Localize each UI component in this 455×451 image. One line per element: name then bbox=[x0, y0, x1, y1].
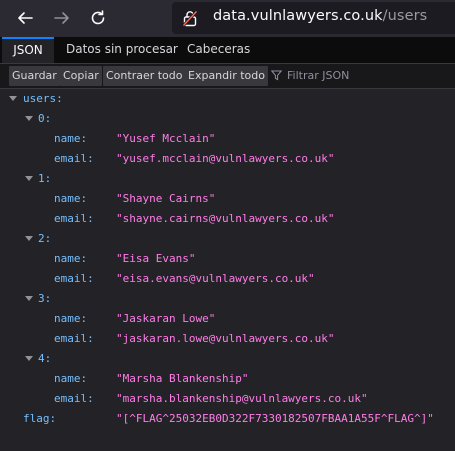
arrow-left-icon bbox=[18, 12, 33, 24]
copy-button[interactable]: Copiar bbox=[60, 66, 102, 86]
json-index: 0: bbox=[38, 112, 52, 125]
json-string-value: "shayne.cairns@vulnlawyers.co.uk" bbox=[116, 212, 335, 225]
json-string-value: "Eisa Evans" bbox=[116, 252, 196, 265]
json-key: email: bbox=[54, 152, 94, 165]
json-string-value: "Marsha Blankenship" bbox=[116, 372, 249, 385]
json-string-value: "jaskaran.lowe@vulnlawyers.co.uk" bbox=[116, 332, 335, 345]
url-path: /users bbox=[382, 8, 428, 24]
expand-toggle-icon[interactable] bbox=[25, 116, 33, 121]
json-key: name: bbox=[54, 372, 88, 385]
json-key: name: bbox=[54, 312, 88, 325]
expand-toggle-icon[interactable] bbox=[25, 296, 33, 301]
back-button[interactable] bbox=[12, 5, 38, 31]
json-index: 3: bbox=[38, 292, 52, 305]
flag-value: "[^FLAG^25032EB0D322F7330182507FBAA1A55F… bbox=[116, 412, 434, 425]
tab-headers[interactable]: Cabeceras bbox=[179, 37, 258, 63]
json-key: flag: bbox=[23, 412, 57, 425]
json-key: email: bbox=[54, 272, 94, 285]
json-key: name: bbox=[54, 192, 88, 205]
forward-button[interactable] bbox=[49, 5, 75, 31]
url-text: data.vulnlawyers.co.uk/users bbox=[213, 8, 427, 24]
arrow-right-icon bbox=[54, 12, 69, 24]
url-host: data.vulnlawyers.co.uk bbox=[213, 8, 383, 24]
json-viewer-tabs: JSON Datos sin procesar Cabeceras bbox=[0, 37, 455, 64]
browser-toolbar: data.vulnlawyers.co.uk/users bbox=[0, 0, 455, 37]
json-key: name: bbox=[54, 252, 88, 265]
json-tree: users: 0: name: "Yusef Mcclain" email: "… bbox=[0, 89, 455, 451]
tab-raw-data[interactable]: Datos sin procesar bbox=[58, 37, 186, 63]
expand-toggle-icon[interactable] bbox=[25, 176, 33, 181]
expand-toggle-icon[interactable] bbox=[25, 356, 33, 361]
address-bar[interactable]: data.vulnlawyers.co.uk/users bbox=[172, 2, 455, 34]
json-actions-bar: Guardar Copiar Contraer todo Expandir to… bbox=[0, 64, 455, 89]
filter-icon bbox=[271, 70, 282, 81]
json-index: 1: bbox=[38, 172, 52, 185]
expand-toggle-icon[interactable] bbox=[9, 96, 17, 101]
json-string-value: "Jaskaran Lowe" bbox=[116, 312, 216, 325]
expand-all-button[interactable]: Expandir todo bbox=[185, 66, 268, 86]
json-index: 4: bbox=[38, 352, 52, 365]
json-key: email: bbox=[54, 392, 94, 405]
json-key: email: bbox=[54, 332, 94, 345]
json-string-value: "eisa.evans@vulnlawyers.co.uk" bbox=[116, 272, 315, 285]
json-string-value: "marsha.blankenship@vulnlawyers.co.uk" bbox=[116, 392, 368, 405]
json-string-value: "Shayne Cairns" bbox=[116, 192, 216, 205]
tab-json[interactable]: JSON bbox=[2, 37, 54, 63]
json-index: 2: bbox=[38, 232, 52, 245]
reload-icon bbox=[91, 10, 105, 25]
filter-placeholder: Filtrar JSON bbox=[287, 69, 350, 82]
reload-button[interactable] bbox=[85, 5, 111, 31]
filter-json-input[interactable]: Filtrar JSON bbox=[271, 69, 349, 82]
json-string-value: "yusef.mcclain@vulnlawyers.co.uk" bbox=[116, 152, 335, 165]
expand-toggle-icon[interactable] bbox=[25, 236, 33, 241]
insecure-lock-icon[interactable] bbox=[182, 10, 198, 27]
json-key: users: bbox=[23, 92, 63, 105]
json-key: name: bbox=[54, 132, 88, 145]
json-string-value: "Yusef Mcclain" bbox=[116, 132, 216, 145]
collapse-all-button[interactable]: Contraer todo bbox=[103, 66, 186, 86]
save-button[interactable]: Guardar bbox=[9, 66, 60, 86]
json-key: email: bbox=[54, 212, 94, 225]
